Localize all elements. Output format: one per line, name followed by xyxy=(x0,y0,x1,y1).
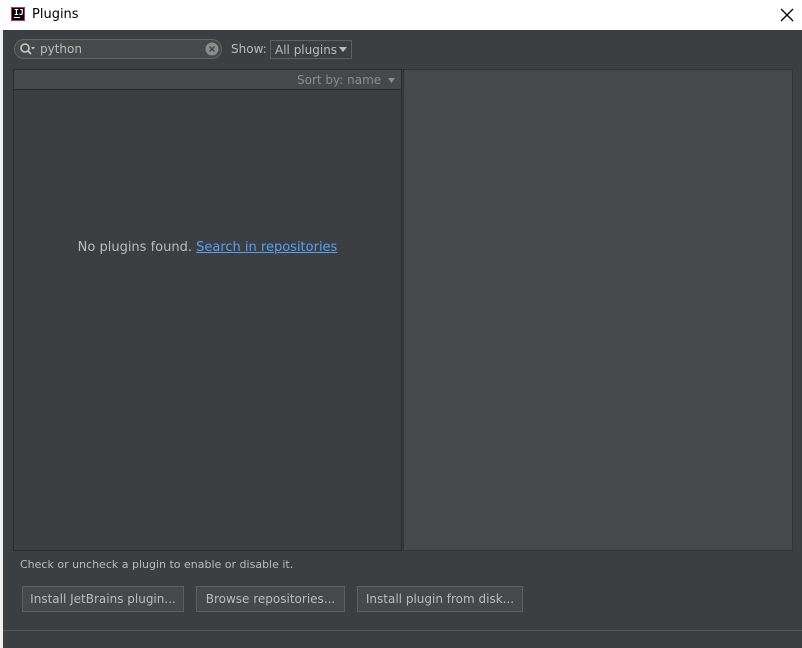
show-label: Show: xyxy=(231,42,267,56)
window-title: Plugins xyxy=(32,7,79,22)
show-filter-value: All plugins xyxy=(275,43,338,57)
close-button[interactable] xyxy=(772,0,802,30)
empty-state: No plugins found. Search in repositories xyxy=(14,240,401,255)
title-bar: IJ Plugins xyxy=(0,0,802,30)
sort-by-label: Sort by: name xyxy=(297,73,382,87)
install-jetbrains-plugin-button[interactable]: Install JetBrains plugin... xyxy=(22,586,184,612)
browse-repositories-button[interactable]: Browse repositories... xyxy=(196,586,345,612)
chevron-down-icon xyxy=(339,47,347,52)
search-field[interactable] xyxy=(14,39,222,59)
sort-by-button[interactable]: Sort by: name xyxy=(297,73,395,87)
search-in-repositories-link[interactable]: Search in repositories xyxy=(196,240,337,255)
clear-icon[interactable] xyxy=(205,42,219,56)
search-icon[interactable] xyxy=(19,42,35,56)
hint-text: Check or uncheck a plugin to enable or d… xyxy=(20,558,294,571)
intellij-app-icon: IJ xyxy=(11,7,25,21)
show-filter-dropdown[interactable]: All plugins xyxy=(270,40,352,59)
empty-state-text: No plugins found. xyxy=(77,240,192,255)
install-plugin-from-disk-button[interactable]: Install plugin from disk... xyxy=(357,586,523,612)
close-icon xyxy=(780,8,794,22)
plugin-list: Sort by: name No plugins found. Search i… xyxy=(13,69,402,551)
plugin-details-panel xyxy=(403,69,793,551)
search-input[interactable] xyxy=(40,41,200,57)
chevron-down-icon xyxy=(388,78,395,83)
divider xyxy=(3,630,802,631)
plugin-list-header: Sort by: name xyxy=(14,70,401,90)
